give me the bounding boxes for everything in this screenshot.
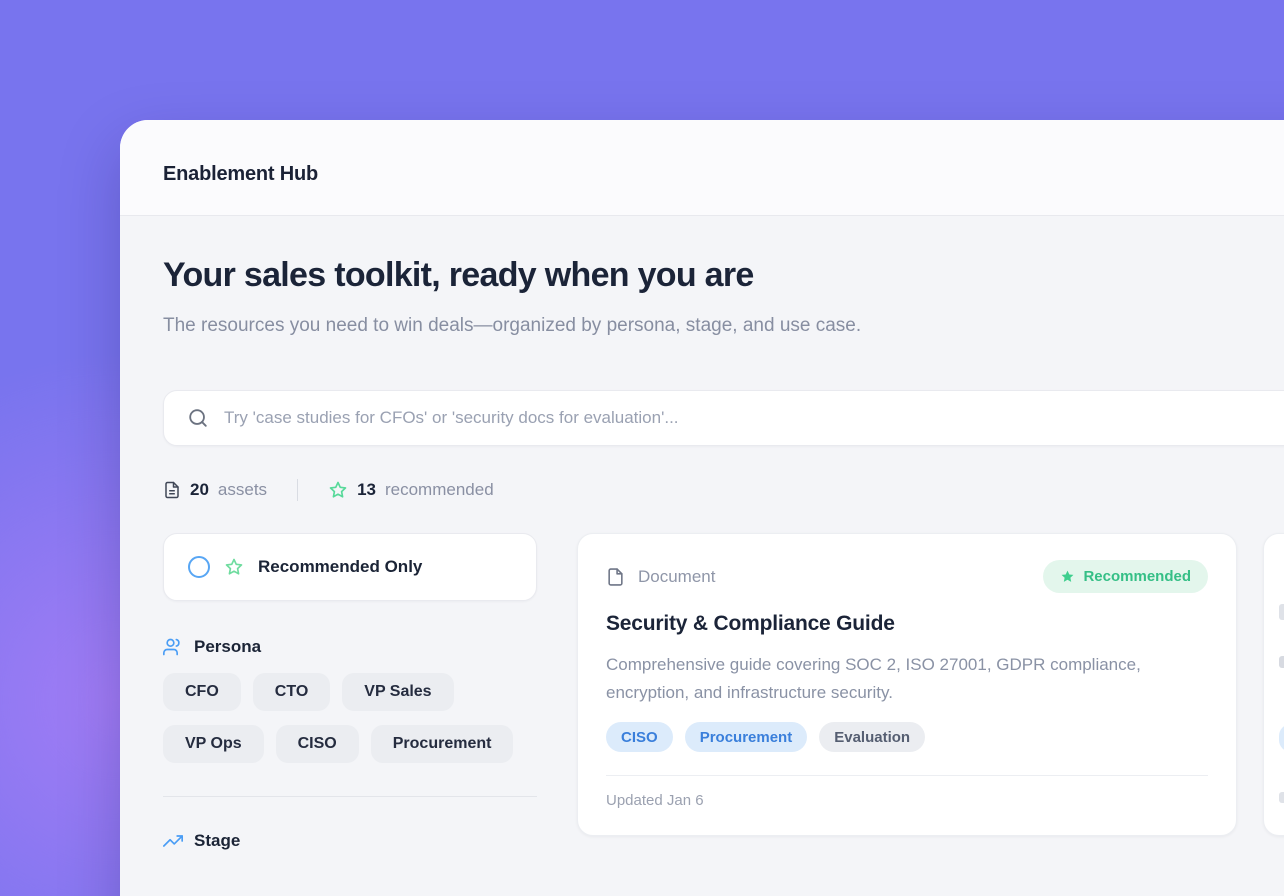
card-header-row: Document Recommended	[606, 560, 1208, 593]
recommended-only-label: Recommended Only	[258, 557, 422, 577]
clipped-content-fragment	[1279, 604, 1284, 620]
main-content: Your sales toolkit, ready when you are T…	[120, 256, 1284, 851]
filters-sidebar: Recommended Only Persona CFO CTO	[163, 533, 537, 851]
stage-section-heading: Stage	[163, 831, 537, 851]
app-title: Enablement Hub	[163, 163, 318, 186]
asset-card-security-compliance-guide[interactable]: Document Recommended Security & Complian…	[577, 533, 1237, 836]
tag-procurement[interactable]: Procurement	[685, 722, 808, 752]
card-description: Comprehensive guide covering SOC 2, ISO …	[606, 651, 1186, 707]
asset-card-clipped[interactable]	[1263, 533, 1284, 836]
tag-ciso[interactable]: CISO	[606, 722, 673, 752]
stats-divider	[297, 479, 298, 501]
persona-section-label: Persona	[194, 637, 261, 657]
persona-chip-vp-ops[interactable]: VP Ops	[163, 725, 264, 763]
card-updated-date: Updated Jan 6	[606, 792, 1208, 809]
persona-chip-cfo[interactable]: CFO	[163, 673, 241, 711]
search-input[interactable]	[224, 408, 1284, 428]
stats-row: 20 assets 13 recommended	[163, 479, 1284, 501]
asset-card-grid: Document Recommended Security & Complian…	[577, 533, 1284, 836]
tag-evaluation[interactable]: Evaluation	[819, 722, 925, 752]
assets-count-label: assets	[218, 480, 267, 500]
page-subtitle: The resources you need to win deals—orga…	[163, 307, 998, 345]
search-icon	[187, 407, 209, 429]
persona-chip-ciso[interactable]: CISO	[276, 725, 359, 763]
clipped-tag-fragment	[1279, 724, 1284, 752]
persona-chip-procurement[interactable]: Procurement	[371, 725, 514, 763]
persona-chip-vp-sales[interactable]: VP Sales	[342, 673, 453, 711]
assets-count-value: 20	[190, 480, 209, 500]
users-icon	[163, 637, 183, 657]
stage-section-label: Stage	[194, 831, 240, 851]
file-icon	[606, 566, 625, 588]
star-outline-icon	[328, 480, 348, 500]
card-divider	[606, 775, 1208, 776]
star-outline-icon	[224, 557, 244, 577]
trending-up-icon	[163, 831, 183, 851]
recommended-badge: Recommended	[1043, 560, 1208, 593]
top-header: Enablement Hub	[120, 120, 1284, 216]
recommended-only-toggle[interactable]: Recommended Only	[163, 533, 537, 601]
persona-chip-list: CFO CTO VP Sales VP Ops CISO Procurement	[163, 673, 537, 763]
content-row: Recommended Only Persona CFO CTO	[163, 533, 1284, 851]
search-bar[interactable]	[163, 390, 1284, 446]
card-type: Document	[606, 566, 715, 588]
clipped-content-fragment	[1279, 792, 1284, 803]
card-title: Security & Compliance Guide	[606, 612, 1208, 636]
assets-count: 20 assets	[163, 480, 267, 500]
clipped-content-fragment	[1279, 656, 1284, 668]
recommended-count-value: 13	[357, 480, 376, 500]
recommended-count: 13 recommended	[328, 480, 494, 500]
file-text-icon	[163, 480, 181, 500]
star-filled-icon	[1060, 569, 1075, 584]
recommended-badge-label: Recommended	[1083, 568, 1191, 585]
card-tag-list: CISO Procurement Evaluation	[606, 722, 1208, 752]
enablement-hub-window: Enablement Hub Your sales toolkit, ready…	[120, 120, 1284, 896]
recommended-only-radio[interactable]	[188, 556, 210, 578]
persona-chip-cto[interactable]: CTO	[253, 673, 330, 711]
recommended-count-label: recommended	[385, 480, 494, 500]
page-title: Your sales toolkit, ready when you are	[163, 256, 1284, 294]
filters-divider	[163, 796, 537, 797]
card-type-label: Document	[638, 567, 715, 587]
persona-section-heading: Persona	[163, 637, 537, 657]
